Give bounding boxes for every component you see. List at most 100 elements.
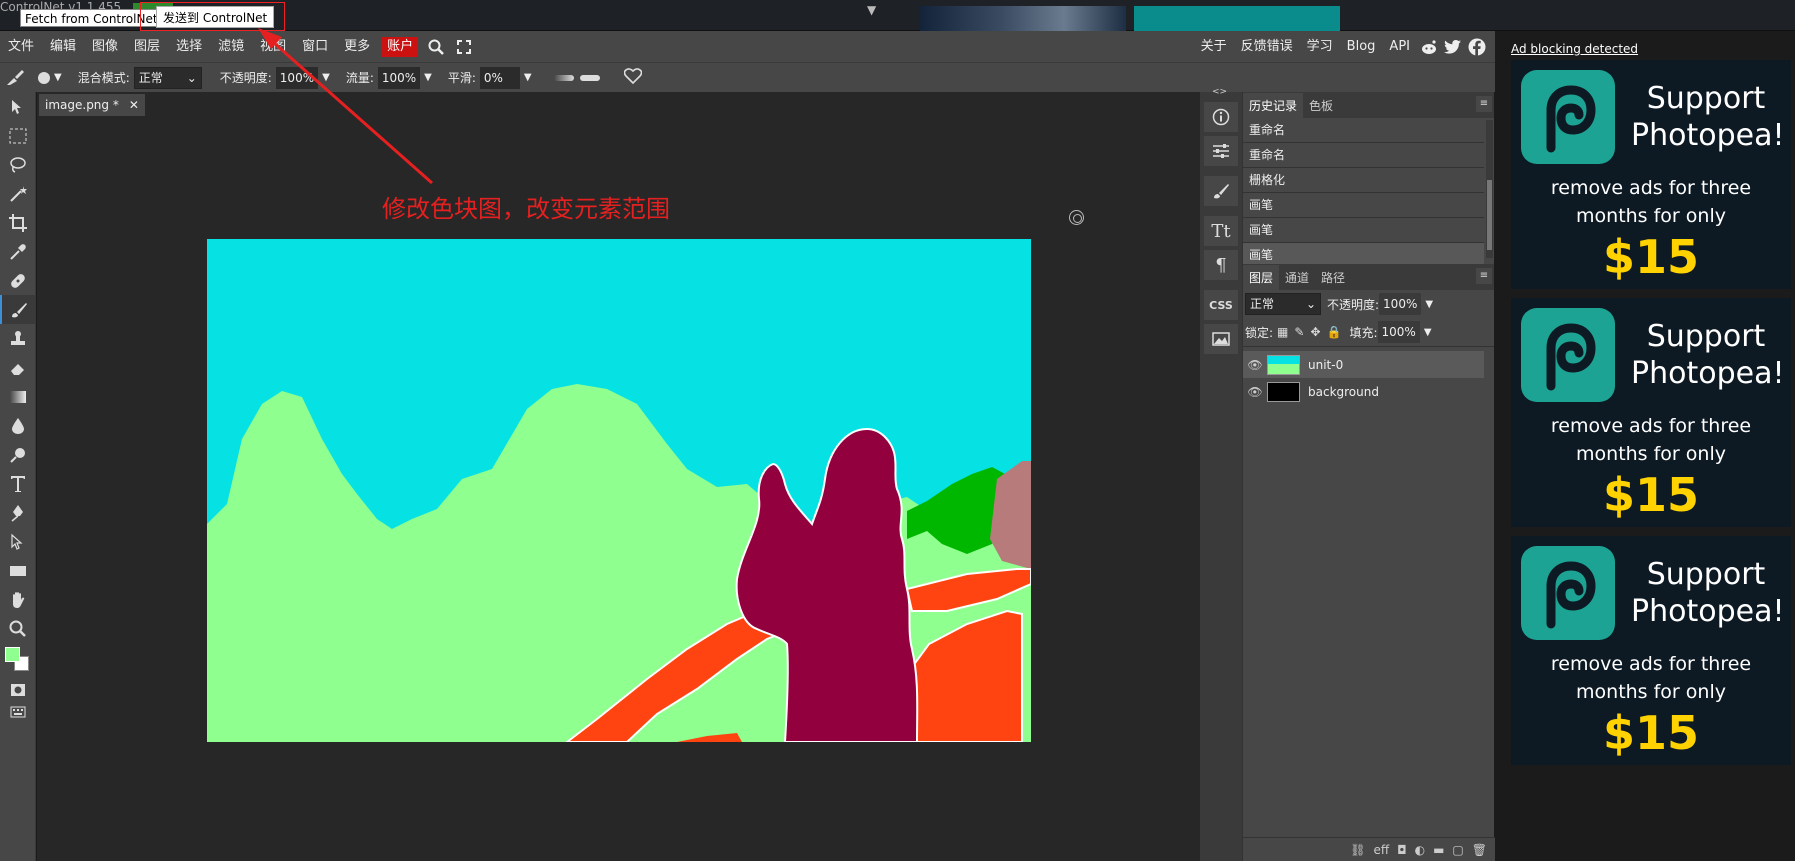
layer-opacity-dropdown-icon[interactable]: ▼	[1425, 299, 1433, 310]
brush-icon[interactable]	[0, 295, 36, 324]
brush-size-picker[interactable]: ▼	[38, 71, 62, 84]
image-icon[interactable]	[1204, 324, 1238, 354]
smoothing-input[interactable]: 0%	[479, 66, 520, 89]
paragraph-icon[interactable]: ¶	[1204, 250, 1238, 280]
pressure-opacity-icon[interactable]	[553, 74, 574, 81]
menu-file[interactable]: 文件	[0, 31, 42, 62]
twitter-icon[interactable]	[1443, 37, 1463, 57]
layer-effects-icon[interactable]: eff	[1373, 843, 1389, 857]
photopea-ad[interactable]: Support Photopea! remove ads for three mo…	[1511, 298, 1791, 527]
tab-history[interactable]: 历史记录	[1243, 93, 1304, 118]
collapse-arrows-icon[interactable]: <>	[1212, 87, 1227, 97]
lock-all-icon[interactable]: 🔒	[1327, 325, 1342, 339]
add-mask-icon[interactable]: ◘	[1397, 843, 1407, 857]
pressure-size-icon[interactable]	[579, 74, 600, 81]
menu-more[interactable]: 更多	[336, 31, 378, 62]
adjustments-icon[interactable]	[1204, 136, 1238, 166]
adjustment-layer-icon[interactable]: ◐	[1415, 843, 1425, 857]
brush-settings-icon[interactable]	[1204, 176, 1238, 206]
history-scrollbar[interactable]	[1486, 120, 1493, 258]
menu-blog[interactable]: Blog	[1340, 31, 1383, 62]
lasso-icon[interactable]	[0, 150, 36, 179]
tab-channels[interactable]: 通道	[1279, 265, 1315, 290]
gallery-thumbnail[interactable]	[920, 6, 1126, 31]
keyboard-icon[interactable]	[0, 701, 36, 723]
character-icon[interactable]: Tt	[1204, 216, 1238, 246]
menu-filter[interactable]: 滤镜	[210, 31, 252, 62]
history-item[interactable]: 重命名	[1243, 118, 1484, 143]
flow-dropdown-icon[interactable]: ▼	[424, 72, 432, 83]
blend-mode-select[interactable]: 正常 ⌄	[133, 66, 202, 89]
fullscreen-icon[interactable]	[452, 35, 476, 59]
image-canvas[interactable]	[207, 239, 1032, 743]
text-icon[interactable]	[0, 469, 36, 498]
facebook-icon[interactable]	[1467, 37, 1487, 57]
tab-swatches[interactable]: 色板	[1303, 93, 1339, 118]
lock-position-icon[interactable]: ✥	[1310, 325, 1320, 339]
flow-input[interactable]: 100%	[377, 66, 421, 89]
link-layers-icon[interactable]: ⛓	[1350, 843, 1365, 857]
crop-icon[interactable]	[0, 208, 36, 237]
close-icon[interactable]: ✕	[129, 98, 139, 112]
search-icon[interactable]	[424, 35, 448, 59]
photopea-ad[interactable]: Support Photopea! remove ads for three mo…	[1511, 536, 1791, 765]
brush-preset-icon[interactable]	[0, 63, 30, 92]
panel-menu-icon[interactable]: ≡	[1476, 268, 1492, 284]
fill-input[interactable]: 100%	[1377, 321, 1420, 343]
document-tab[interactable]: image.png * ✕	[39, 94, 145, 116]
collapse-icon[interactable]: ▼	[867, 3, 876, 17]
smoothing-dropdown-icon[interactable]: ▼	[524, 72, 532, 83]
marquee-icon[interactable]	[0, 121, 36, 150]
layer-row[interactable]: 👁 background	[1243, 378, 1484, 405]
gallery-thumbnail[interactable]	[1134, 6, 1340, 31]
history-item[interactable]: 栅格化	[1243, 168, 1484, 193]
menu-layer[interactable]: 图层	[126, 31, 168, 62]
layer-opacity-input[interactable]: 100%	[1379, 293, 1422, 315]
lock-transparency-icon[interactable]: ▦	[1277, 325, 1288, 339]
scrollbar-thumb[interactable]	[1487, 180, 1492, 250]
menu-window[interactable]: 窗口	[294, 31, 336, 62]
color-swatches[interactable]	[0, 643, 36, 679]
layer-blend-mode-select[interactable]: 正常 ⌄	[1245, 293, 1321, 315]
dodge-icon[interactable]	[0, 440, 36, 469]
menu-view[interactable]: 视图	[252, 31, 294, 62]
heart-icon[interactable]	[623, 68, 642, 87]
menu-about[interactable]: 关于	[1194, 31, 1234, 62]
menu-learn[interactable]: 学习	[1300, 31, 1340, 62]
photopea-ad[interactable]: Support Photopea! remove ads for three mo…	[1511, 60, 1791, 289]
new-layer-icon[interactable]: ▢	[1452, 843, 1463, 857]
menu-api[interactable]: API	[1382, 31, 1417, 62]
eye-icon[interactable]: 👁	[1243, 385, 1267, 399]
gradient-icon[interactable]	[0, 382, 36, 411]
foreground-color-swatch[interactable]	[5, 647, 20, 662]
panel-menu-icon[interactable]: ≡	[1476, 96, 1492, 112]
eraser-icon[interactable]	[0, 353, 36, 382]
lock-paint-icon[interactable]: ✎	[1294, 325, 1304, 339]
shape-icon[interactable]	[0, 556, 36, 585]
menu-select[interactable]: 选择	[168, 31, 210, 62]
path-select-icon[interactable]	[0, 527, 36, 556]
fill-dropdown-icon[interactable]: ▼	[1424, 327, 1432, 338]
delete-layer-icon[interactable]: 🗑	[1472, 843, 1487, 857]
tab-layers[interactable]: 图层	[1243, 265, 1280, 290]
history-item[interactable]: 画笔	[1243, 193, 1484, 218]
move-icon[interactable]	[0, 92, 36, 121]
opacity-input[interactable]: 100%	[275, 66, 319, 89]
quick-mask-icon[interactable]	[0, 679, 36, 701]
send-to-controlnet-button[interactable]: 发送到 ControlNet	[156, 6, 275, 28]
tab-paths[interactable]: 路径	[1315, 265, 1351, 290]
opacity-dropdown-icon[interactable]: ▼	[322, 72, 330, 83]
new-group-icon[interactable]: ▬	[1433, 843, 1444, 857]
css-icon[interactable]: CSS	[1204, 290, 1238, 320]
blur-icon[interactable]	[0, 411, 36, 440]
history-item[interactable]: 画笔	[1243, 218, 1484, 243]
ad-blocking-link[interactable]: Ad blocking detected	[1511, 42, 1638, 56]
layer-row[interactable]: 👁 unit-0	[1243, 351, 1484, 378]
stamp-icon[interactable]	[0, 324, 36, 353]
healing-icon[interactable]	[0, 266, 36, 295]
menu-account[interactable]: 账户	[382, 36, 419, 57]
pen-icon[interactable]	[0, 498, 36, 527]
reddit-icon[interactable]	[1419, 37, 1439, 57]
info-icon[interactable]	[1204, 102, 1238, 132]
eyedropper-icon[interactable]	[0, 237, 36, 266]
